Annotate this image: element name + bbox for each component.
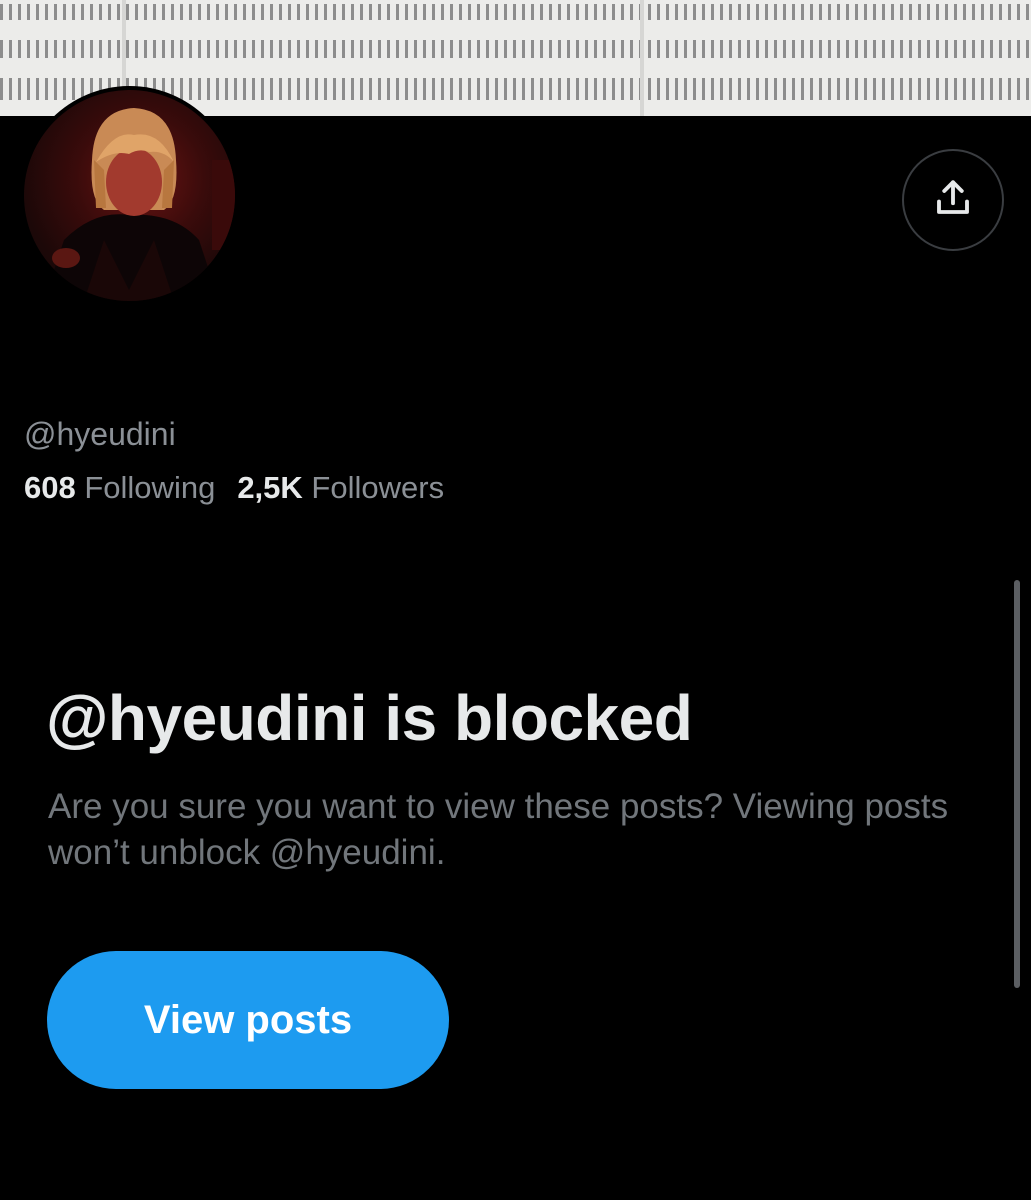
view-posts-label: View posts [143, 997, 353, 1042]
view-posts-button[interactable]: View posts [47, 951, 449, 1089]
followers-count: 2,5K [237, 470, 303, 505]
scrollbar[interactable] [1014, 580, 1020, 988]
banner-pattern-row [0, 4, 1031, 20]
following-count: 608 [24, 470, 76, 505]
followers-link[interactable]: 2,5K Followers [237, 470, 444, 505]
blocked-description: Are you sure you want to view these post… [48, 787, 949, 872]
followers-label: Followers [311, 470, 445, 505]
blocked-title: @hyeudini is blocked [46, 682, 693, 754]
banner-seam [640, 0, 644, 116]
avatar-photo [24, 90, 235, 301]
following-label: Following [84, 470, 216, 505]
banner-pattern-row [0, 40, 1031, 58]
share-upload-icon [932, 177, 974, 224]
profile-handle: @hyeudini [24, 416, 176, 452]
following-link[interactable]: 608 Following [24, 470, 215, 505]
share-button[interactable] [902, 149, 1004, 251]
profile-stats: 608 Following 2,5K Followers [24, 468, 444, 508]
avatar[interactable] [20, 86, 239, 305]
